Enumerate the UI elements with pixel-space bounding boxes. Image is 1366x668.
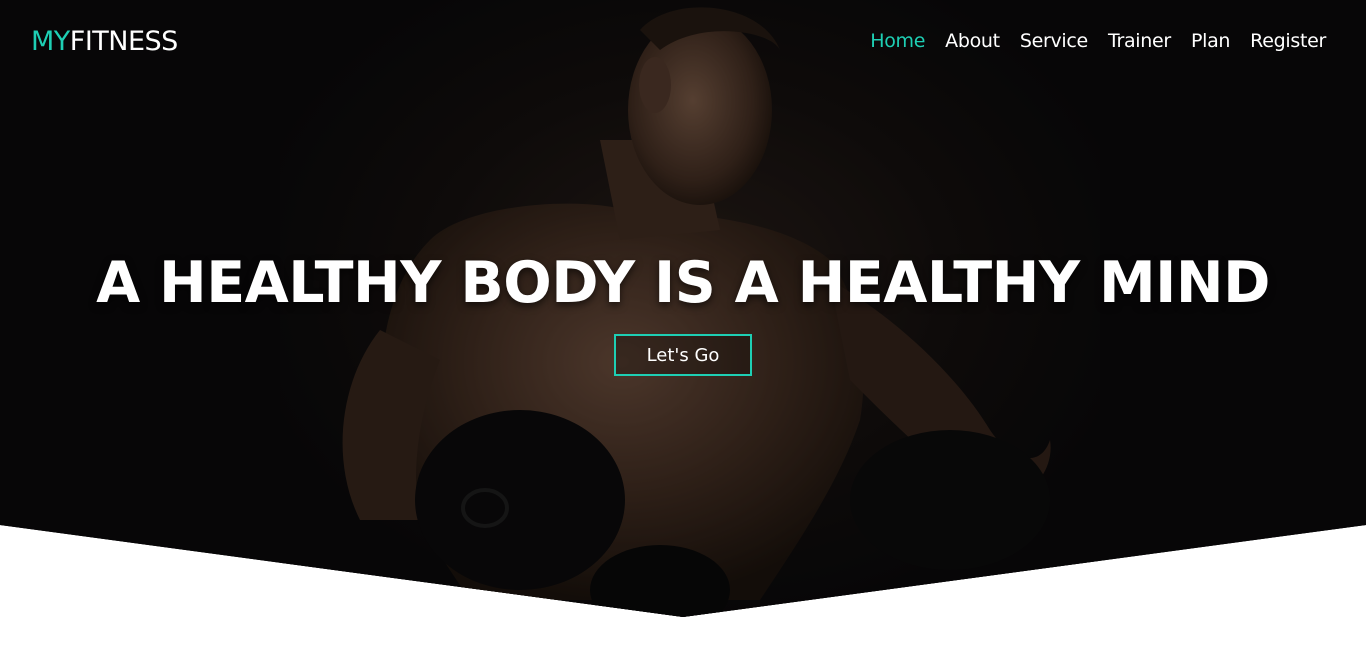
nav-plan-link[interactable]: Plan [1191, 30, 1231, 52]
lets-go-button[interactable]: Let's Go [614, 334, 752, 376]
hero-section: MYFITNESS Home About Service Trainer Pla… [0, 0, 1366, 617]
nav-register-link[interactable]: Register [1250, 30, 1326, 52]
nav-about-link[interactable]: About [945, 30, 1000, 52]
nav-home-link[interactable]: Home [870, 30, 925, 52]
nav-service-link[interactable]: Service [1020, 30, 1088, 52]
brand-suffix: FITNESS [69, 25, 179, 57]
brand-prefix: MY [31, 25, 70, 57]
main-nav: Home About Service Trainer Plan Register [850, 30, 1326, 52]
top-navbar: MYFITNESS Home About Service Trainer Pla… [0, 0, 1366, 82]
brand-logo[interactable]: MYFITNESS [31, 26, 178, 57]
hero-headline: A HEALTHY BODY IS A HEALTHY MIND [96, 250, 1270, 316]
nav-trainer-link[interactable]: Trainer [1108, 30, 1171, 52]
